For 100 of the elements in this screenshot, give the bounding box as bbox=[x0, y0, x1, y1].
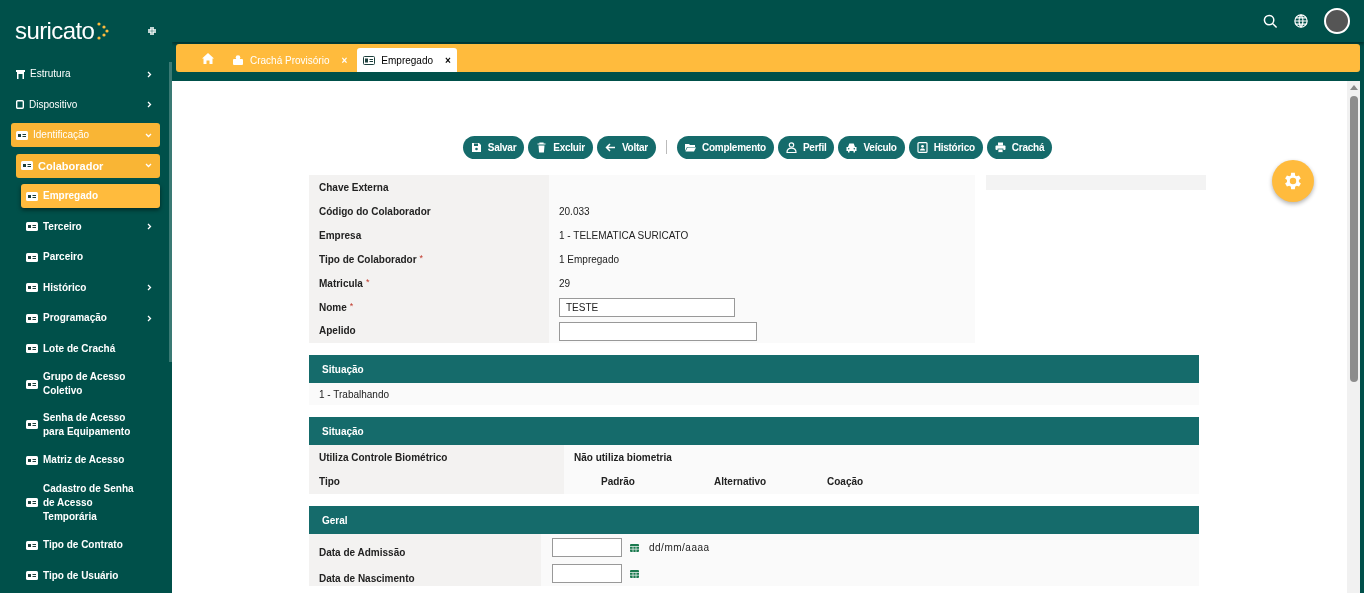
field-label: Tipo de Colaborador bbox=[319, 252, 417, 267]
column-header: Padrão bbox=[601, 475, 636, 490]
scroll-up-icon[interactable] bbox=[1349, 85, 1358, 90]
id-card-icon bbox=[26, 283, 38, 292]
toolbar-button[interactable]: Excluir bbox=[528, 135, 593, 159]
sidebar-item[interactable]: Senha de Acesso para Equipamento bbox=[21, 407, 160, 442]
field-label: Data de Nascimento bbox=[319, 573, 415, 584]
required-mark: * bbox=[349, 300, 354, 314]
id-card-icon bbox=[26, 379, 38, 389]
car-icon bbox=[846, 141, 858, 153]
avatar[interactable] bbox=[1324, 8, 1350, 34]
column-header: Coação bbox=[827, 475, 865, 490]
section-title: Situação bbox=[322, 362, 364, 377]
field-value: 29 bbox=[559, 276, 571, 291]
trash-icon bbox=[536, 141, 548, 153]
id-card-icon bbox=[26, 344, 38, 353]
search-icon[interactable] bbox=[1263, 13, 1278, 29]
date-field[interactable] bbox=[552, 563, 622, 583]
sidebar-item[interactable]: Programação bbox=[21, 306, 160, 330]
field-label: Chave Externa bbox=[319, 180, 389, 195]
chevron-right-icon bbox=[147, 223, 152, 230]
field-label: Utiliza Controle Biométrico bbox=[319, 450, 448, 465]
sidebar-item[interactable]: Tipo de Usuário bbox=[21, 563, 160, 588]
tab[interactable]: Empregado × bbox=[357, 48, 457, 72]
id-card-icon bbox=[26, 498, 38, 507]
id-card-icon bbox=[21, 161, 33, 170]
sidebar-scrollbar[interactable] bbox=[169, 62, 172, 362]
required-mark: * bbox=[365, 276, 370, 290]
id-card-icon bbox=[26, 571, 38, 580]
required-mark: * bbox=[419, 252, 424, 266]
column-header: Alternativo bbox=[714, 475, 768, 490]
field-value: Não utiliza biometria bbox=[574, 450, 672, 465]
calendar-icon bbox=[630, 542, 639, 552]
settings-button[interactable] bbox=[1272, 160, 1314, 202]
toolbar-button[interactable]: Complemento bbox=[677, 135, 774, 159]
id-card-icon bbox=[26, 252, 38, 262]
id-card-icon bbox=[26, 420, 38, 429]
sidebar-item[interactable]: Estrutura bbox=[11, 62, 160, 86]
dots-logo-icon bbox=[95, 21, 110, 41]
sidebar-item[interactable]: Terceiro bbox=[21, 214, 160, 239]
user-icon bbox=[785, 141, 797, 153]
input-field[interactable]: TESTE bbox=[559, 297, 735, 317]
date-field[interactable] bbox=[552, 537, 622, 557]
field-label: Apelido bbox=[319, 323, 356, 338]
id-card-icon bbox=[26, 191, 38, 201]
id-card-icon bbox=[363, 55, 376, 65]
badge-icon bbox=[232, 55, 244, 65]
sidebar-item[interactable]: Histórico bbox=[21, 275, 160, 300]
collapse-icon[interactable] bbox=[147, 26, 157, 36]
section-title: Situação bbox=[322, 424, 364, 439]
logo-text: suricato bbox=[15, 19, 95, 43]
tablet-icon bbox=[16, 100, 24, 109]
chevron-down-icon bbox=[145, 132, 152, 138]
id-card-icon bbox=[26, 540, 38, 550]
scrollbar[interactable] bbox=[1347, 81, 1360, 593]
sidebar-item[interactable]: Matriz de Acesso bbox=[21, 448, 160, 472]
sidebar-item[interactable]: Tipo de Contrato bbox=[21, 533, 160, 557]
globe-icon[interactable] bbox=[1294, 14, 1308, 28]
chevron-right-icon bbox=[147, 70, 152, 78]
toolbar-button[interactable]: Veículo bbox=[838, 135, 905, 159]
toolbar-button[interactable]: Salvar bbox=[462, 135, 525, 159]
folder-icon bbox=[685, 141, 696, 153]
status-value: 1 - Trabalhando bbox=[319, 387, 390, 402]
sidebar-item[interactable]: Lote de Crachá bbox=[21, 336, 160, 361]
field-value: 1 - TELEMATICA SURICATO bbox=[559, 228, 689, 243]
arrow-left-icon bbox=[604, 141, 616, 153]
sidebar-item[interactable]: Grupo de Acesso Coletivo bbox=[21, 367, 160, 401]
field-label: Data de Admissão bbox=[319, 547, 406, 558]
chevron-right-icon bbox=[147, 314, 152, 322]
id-card-icon bbox=[26, 222, 38, 231]
id-card-icon bbox=[16, 130, 28, 140]
field-label: Nome bbox=[319, 300, 347, 315]
input-field[interactable] bbox=[559, 321, 757, 341]
building-icon bbox=[16, 69, 25, 79]
toolbar-button[interactable]: Histórico bbox=[908, 135, 983, 159]
calendar-icon bbox=[630, 568, 639, 578]
field-value: 1 Empregado bbox=[559, 252, 620, 267]
home-icon[interactable] bbox=[202, 53, 214, 64]
field-label: Tipo bbox=[319, 475, 340, 490]
printer-icon bbox=[994, 141, 1006, 153]
sidebar-item[interactable]: Parceiro bbox=[21, 245, 160, 269]
section-title: Geral bbox=[322, 513, 348, 528]
chevron-right-icon bbox=[147, 284, 152, 291]
field-label: Matricula bbox=[319, 276, 363, 291]
chevron-down-icon bbox=[145, 163, 152, 168]
id-card-icon bbox=[26, 455, 38, 465]
toolbar-button[interactable]: Perfil bbox=[777, 135, 835, 159]
scroll-thumb[interactable] bbox=[1349, 96, 1358, 382]
date-format-hint: dd/mm/aaaa bbox=[649, 540, 710, 555]
chevron-right-icon bbox=[147, 101, 152, 108]
settings-icon bbox=[1282, 170, 1304, 192]
sidebar-item[interactable]: Dispositivo bbox=[11, 92, 160, 117]
field-label: Empresa bbox=[319, 228, 362, 243]
field-label: Código do Colaborador bbox=[319, 204, 431, 219]
sidebar-item[interactable]: Cadastro de Senha de Acesso Temporária bbox=[21, 478, 160, 527]
close-button[interactable]: × bbox=[445, 52, 451, 68]
toolbar-button[interactable]: Crachá bbox=[986, 135, 1053, 159]
field-value: 20.033 bbox=[559, 204, 590, 219]
id-card-icon bbox=[26, 313, 38, 323]
toolbar-button[interactable]: Voltar bbox=[596, 135, 656, 159]
